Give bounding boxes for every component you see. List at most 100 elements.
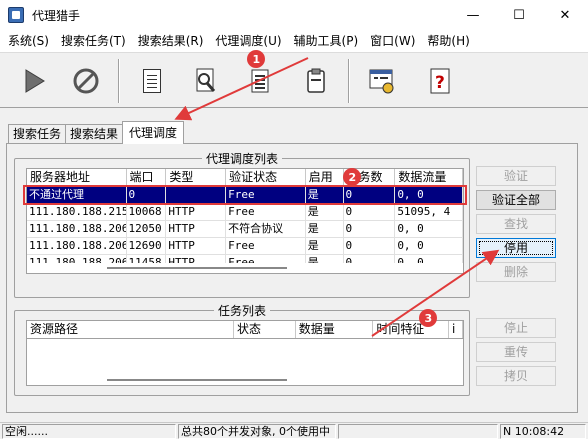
- col-type[interactable]: 类型: [166, 169, 227, 186]
- toolbar-separator: [118, 59, 120, 103]
- status-clock: N 10:08:42: [500, 424, 586, 439]
- retransmit-button[interactable]: 重传: [476, 342, 556, 362]
- disable-button[interactable]: 停用: [476, 238, 556, 258]
- task-table-scrollbar[interactable]: [27, 375, 463, 385]
- clipboard-button[interactable]: [296, 61, 336, 101]
- search-document-icon: [196, 68, 216, 92]
- delete-button[interactable]: 删除: [476, 262, 556, 282]
- cell-status: Free: [226, 238, 306, 254]
- app-icon: [8, 7, 24, 23]
- menu-system[interactable]: 系统(S): [2, 30, 55, 52]
- cell-address: 不通过代理: [27, 187, 127, 203]
- document-list-icon: [251, 69, 269, 93]
- menu-search-result[interactable]: 搜索结果(R): [132, 30, 210, 52]
- cell-port: 12690: [127, 238, 167, 254]
- stop-task-button[interactable]: 停止: [476, 318, 556, 338]
- col-resource-path[interactable]: 资源路径: [27, 321, 235, 338]
- tab-search-result[interactable]: 搜索结果: [65, 124, 124, 144]
- menu-window[interactable]: 窗口(W): [364, 30, 421, 52]
- toolbar: ?: [0, 52, 588, 108]
- table-row[interactable]: 111.180.188.206 12690 HTTP Free 是 0 0, 0: [27, 238, 463, 255]
- status-concurrency: 总共80个并发对象, 0个使用中: [178, 424, 336, 439]
- cell-traffic: 0, 0: [395, 187, 463, 203]
- cell-traffic: 51095, 4: [395, 204, 463, 220]
- help-icon: ?: [430, 68, 450, 94]
- tab-proxy-schedule[interactable]: 代理调度: [122, 121, 185, 144]
- cell-status: 不符合协议: [226, 221, 306, 237]
- cell-tasks: 0: [344, 204, 396, 220]
- proxy-table-header: 服务器地址 端口 类型 验证状态 启用 任务数 数据流量: [27, 169, 463, 187]
- verify-all-button[interactable]: 验证全部: [476, 190, 556, 210]
- clipboard-icon: [307, 68, 325, 93]
- copy-button[interactable]: 拷贝: [476, 366, 556, 386]
- cell-address: 111.180.188.215: [29, 204, 127, 220]
- cell-address: 111.180.188.206: [29, 221, 127, 237]
- cell-enabled: 是: [306, 238, 344, 254]
- close-button[interactable]: ✕: [542, 0, 588, 30]
- menu-help[interactable]: 帮助(H): [421, 30, 475, 52]
- proxy-schedule-legend: 代理调度列表: [205, 152, 278, 166]
- title-bar: 代理猎手 — ☐ ✕: [0, 0, 588, 30]
- cell-tasks: 0: [344, 221, 396, 237]
- cell-enabled: 是: [306, 204, 344, 220]
- search-button[interactable]: [186, 61, 226, 101]
- list-button[interactable]: [240, 61, 280, 101]
- proxy-table-scrollbar[interactable]: [27, 263, 463, 273]
- help-question-mark: ?: [435, 73, 445, 93]
- cell-enabled: 是: [306, 187, 344, 203]
- cell-type: HTTP: [166, 221, 227, 237]
- col-enabled[interactable]: 启用: [306, 169, 344, 186]
- cell-traffic: 0, 0: [395, 221, 463, 237]
- status-blank: [338, 424, 498, 439]
- col-verify-status[interactable]: 验证状态: [226, 169, 306, 186]
- stop-button[interactable]: [66, 61, 106, 101]
- play-icon: [25, 69, 45, 93]
- cell-type: HTTP: [166, 204, 227, 220]
- window-controls: — ☐ ✕: [450, 0, 588, 30]
- menu-proxy-schedule[interactable]: 代理调度(U): [209, 30, 287, 52]
- table-row[interactable]: 111.180.188.206 12050 HTTP 不符合协议 是 0 0, …: [27, 221, 463, 238]
- tab-search-task[interactable]: 搜索任务: [8, 124, 67, 144]
- table-row[interactable]: 不通过代理 0 Free 是 0 0, 0: [27, 187, 463, 204]
- cell-type: [166, 187, 227, 203]
- cell-tasks: 0: [344, 187, 396, 203]
- cell-port: 10068: [127, 204, 167, 220]
- col-time-feature[interactable]: 时间特征: [373, 321, 450, 338]
- cell-port: 12050: [127, 221, 167, 237]
- settings-window-icon: [369, 69, 394, 94]
- status-bar: 空闲...... 总共80个并发对象, 0个使用中 N 10:08:42: [0, 422, 588, 439]
- cell-status: Free: [226, 204, 306, 220]
- menu-bar: 系统(S) 搜索任务(T) 搜索结果(R) 代理调度(U) 辅助工具(P) 窗口…: [0, 30, 588, 52]
- status-idle: 空闲......: [2, 424, 176, 439]
- toolbar-separator: [348, 59, 350, 103]
- minimize-button[interactable]: —: [450, 0, 496, 30]
- col-data-amount[interactable]: 数据量: [296, 321, 374, 338]
- task-table[interactable]: 资源路径 状态 数据量 时间特征 i: [26, 320, 464, 386]
- help-button[interactable]: ?: [420, 61, 460, 101]
- new-document-icon: [143, 69, 161, 93]
- task-list-legend: 任务列表: [217, 304, 266, 318]
- col-traffic[interactable]: 数据流量: [395, 169, 463, 186]
- table-row[interactable]: 111.180.188.215 10068 HTTP Free 是 0 5109…: [27, 204, 463, 221]
- proxy-table[interactable]: 服务器地址 端口 类型 验证状态 启用 任务数 数据流量 不通过代理 0 Fre…: [26, 168, 464, 274]
- menu-tools[interactable]: 辅助工具(P): [288, 30, 365, 52]
- col-state[interactable]: 状态: [234, 321, 296, 338]
- col-port[interactable]: 端口: [127, 169, 167, 186]
- menu-search-task[interactable]: 搜索任务(T): [55, 30, 132, 52]
- new-task-button[interactable]: [132, 61, 172, 101]
- col-task-count[interactable]: 任务数: [344, 169, 396, 186]
- tab-strip: 搜索任务 搜索结果 代理调度: [8, 120, 185, 144]
- maximize-button[interactable]: ☐: [496, 0, 542, 30]
- start-button[interactable]: [14, 61, 54, 101]
- cell-traffic: 0, 0: [395, 238, 463, 254]
- col-extra[interactable]: i: [449, 321, 463, 338]
- window-title: 代理猎手: [32, 8, 81, 23]
- cell-type: HTTP: [166, 238, 227, 254]
- verify-button[interactable]: 验证: [476, 166, 556, 186]
- settings-button[interactable]: [362, 61, 402, 101]
- cell-port: 0: [127, 187, 167, 203]
- cell-enabled: 是: [306, 221, 344, 237]
- find-button[interactable]: 查找: [476, 214, 556, 234]
- cell-address: 111.180.188.206: [29, 238, 127, 254]
- col-server-address[interactable]: 服务器地址: [27, 169, 127, 186]
